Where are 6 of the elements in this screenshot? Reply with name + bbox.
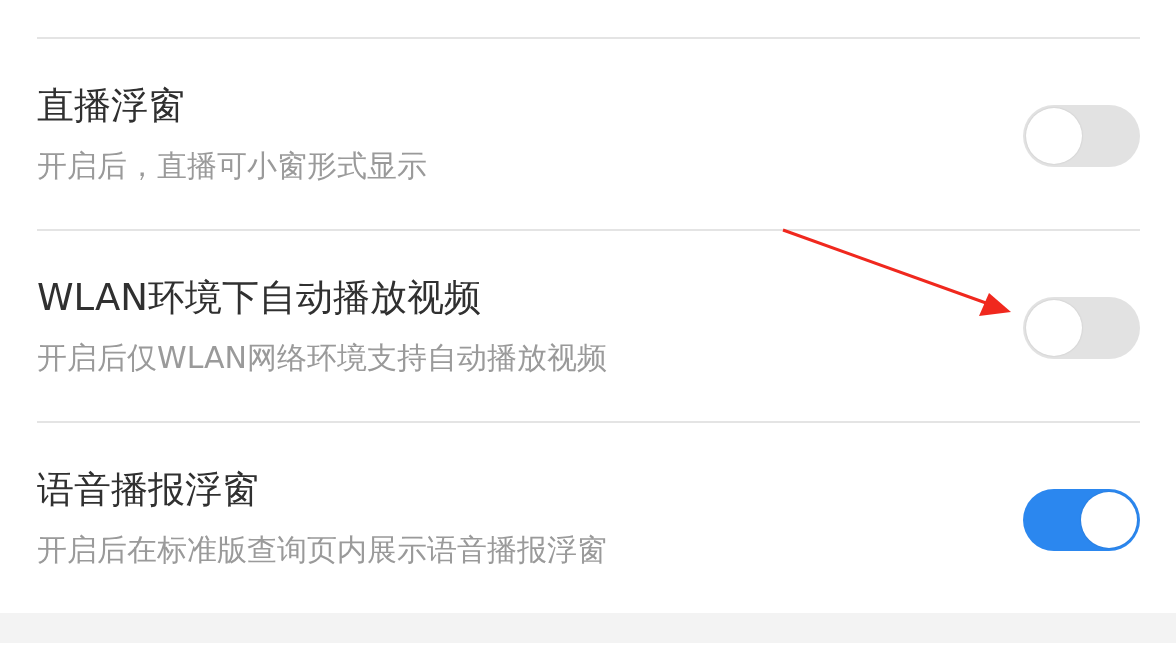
- setting-title: 直播浮窗: [37, 83, 186, 129]
- setting-description: 开启后，直播可小窗形式显示: [37, 147, 427, 185]
- setting-title: WLAN环境下自动播放视频: [37, 275, 483, 321]
- setting-description: 开启后在标准版查询页内展示语音播报浮窗: [37, 531, 607, 569]
- setting-title: 语音播报浮窗: [37, 467, 260, 513]
- setting-description: 开启后仅WLAN网络环境支持自动播放视频: [37, 339, 608, 377]
